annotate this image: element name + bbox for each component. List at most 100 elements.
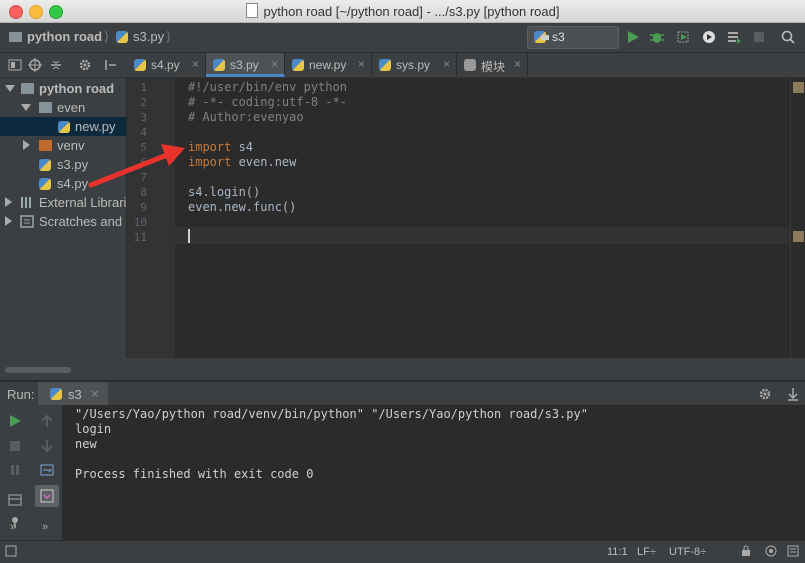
code-line-9: even.new.func() <box>188 200 297 214</box>
cursor-position[interactable]: 11:1 <box>607 546 628 558</box>
run-toolbar: » » <box>0 405 63 540</box>
run-concurrency-icon[interactable] <box>726 29 742 45</box>
tool-windows-icon[interactable] <box>5 545 17 557</box>
close-icon[interactable]: × <box>192 57 199 71</box>
close-icon[interactable]: × <box>358 57 365 71</box>
library-icon <box>21 197 31 208</box>
breadcrumb-project[interactable]: python road <box>9 29 102 44</box>
profile-icon[interactable] <box>701 29 717 45</box>
scroll-to-end-toggle[interactable] <box>35 485 59 507</box>
code-line-6: import even.new <box>188 155 297 169</box>
annotation-arrow-icon <box>88 144 185 188</box>
stop-icon[interactable] <box>751 29 767 45</box>
project-tree: python road even new.py venv s3.py s4.py… <box>0 78 127 380</box>
code-line-3: # Author:evenyao <box>188 110 304 124</box>
tab-new[interactable]: new.py × <box>285 53 372 77</box>
close-icon[interactable]: × <box>91 386 99 401</box>
more-icon[interactable]: » <box>10 521 16 533</box>
python-icon <box>50 388 62 400</box>
code-line-8: s4.login() <box>188 185 261 199</box>
line-number: 3 <box>140 111 147 124</box>
soft-wrap-icon[interactable] <box>40 463 54 477</box>
line-number: 2 <box>140 96 147 109</box>
folder-icon <box>9 32 22 42</box>
rerun-icon[interactable] <box>8 414 22 428</box>
breadcrumb-file[interactable]: s3.py <box>116 29 164 44</box>
tab-module[interactable]: 模块 × <box>457 53 528 77</box>
editor-tabs: s4.py × s3.py × new.py × sys.py × 模块 × <box>127 53 805 78</box>
tree-item-new-py[interactable]: new.py <box>0 117 126 136</box>
stop-icon[interactable] <box>8 439 22 453</box>
line-number: 10 <box>133 216 147 229</box>
python-file-icon <box>116 31 128 43</box>
scratches-icon <box>20 215 34 228</box>
document-icon <box>245 3 258 18</box>
project-view-icon[interactable] <box>8 58 22 72</box>
console-line: new <box>75 437 97 451</box>
run-console[interactable]: "/Users/Yao/python road/venv/bin/python"… <box>63 405 805 540</box>
title-bar: python road [~/python road] - .../s3.py … <box>0 0 805 23</box>
python-file-icon <box>134 59 146 71</box>
close-icon[interactable]: × <box>443 57 450 71</box>
status-bar: 11:1 LF÷ UTF-8÷ <box>0 540 805 563</box>
error-stripe[interactable] <box>790 78 805 358</box>
line-separator[interactable]: LF÷ <box>637 546 656 558</box>
layout-icon[interactable] <box>8 493 22 507</box>
more-icon[interactable]: » <box>42 521 48 533</box>
coverage-icon[interactable] <box>675 29 691 45</box>
tree-item-external-libraries[interactable]: External Libraries <box>0 193 126 212</box>
search-icon[interactable] <box>780 29 796 45</box>
file-encoding[interactable]: UTF-8÷ <box>669 546 706 558</box>
up-arrow-icon[interactable] <box>40 414 54 428</box>
code-line-1: #!/user/bin/env python <box>188 80 347 94</box>
line-number: 1 <box>140 81 147 94</box>
run-tool-window-header: Run: s3 × <box>0 381 805 406</box>
run-icon[interactable] <box>625 29 641 45</box>
console-line: Process finished with exit code 0 <box>75 467 314 481</box>
breadcrumb-separator: ⟩ <box>166 29 172 44</box>
gear-icon[interactable] <box>758 387 772 401</box>
code-editor[interactable]: #!/user/bin/env python # -*- coding:utf-… <box>175 78 790 358</box>
python-file-icon <box>39 159 51 171</box>
inspection-marker[interactable] <box>793 231 804 242</box>
package-folder-icon <box>39 102 52 113</box>
python-file-icon <box>379 59 391 71</box>
down-arrow-icon[interactable] <box>40 439 54 453</box>
run-tab-s3[interactable]: s3 × <box>38 382 108 406</box>
editor-gutter: 1 2 3 4 5 6 7 8 9 10 11 <box>127 78 175 358</box>
pause-icon[interactable] <box>8 463 22 477</box>
debug-icon[interactable] <box>649 29 665 45</box>
excluded-folder-icon <box>39 140 52 151</box>
tree-item-even[interactable]: even <box>0 98 126 117</box>
folder-icon <box>21 83 34 94</box>
horizontal-scrollbar[interactable] <box>5 367 71 373</box>
inspector-icon[interactable] <box>765 545 777 557</box>
chevron-right-icon <box>5 216 12 226</box>
lock-icon[interactable] <box>740 545 752 557</box>
locate-file-icon[interactable] <box>28 58 42 72</box>
code-line-5: import s4 <box>188 140 254 154</box>
python-file-icon <box>39 178 51 190</box>
event-log-icon[interactable] <box>787 545 799 557</box>
tab-sys[interactable]: sys.py × <box>372 53 457 77</box>
chevron-down-icon <box>5 85 15 92</box>
gear-icon[interactable] <box>78 58 92 72</box>
python-file-icon <box>58 121 70 133</box>
close-icon[interactable]: × <box>514 57 521 71</box>
tree-item-scratches[interactable]: Scratches and Consoles <box>0 212 126 231</box>
close-icon[interactable]: × <box>271 57 278 71</box>
tab-s3[interactable]: s3.py × <box>206 53 285 77</box>
run-configuration-select[interactable]: s3 <box>527 26 619 49</box>
navigation-bar: python road ⟩ s3.py ⟩ s3 <box>0 23 805 53</box>
hide-panel-icon[interactable] <box>104 58 118 72</box>
hide-panel-icon[interactable] <box>786 387 800 401</box>
chevron-down-icon <box>541 35 549 40</box>
collapse-all-icon[interactable] <box>49 58 63 72</box>
line-number: 9 <box>140 201 147 214</box>
tab-s4[interactable]: s4.py × <box>127 53 206 77</box>
code-line-2: # -*- coding:utf-8 -*- <box>188 95 347 109</box>
tree-item-root[interactable]: python road <box>0 79 126 98</box>
line-number: 11 <box>133 231 147 244</box>
inspection-marker[interactable] <box>793 82 804 93</box>
run-label: Run: <box>7 387 35 402</box>
